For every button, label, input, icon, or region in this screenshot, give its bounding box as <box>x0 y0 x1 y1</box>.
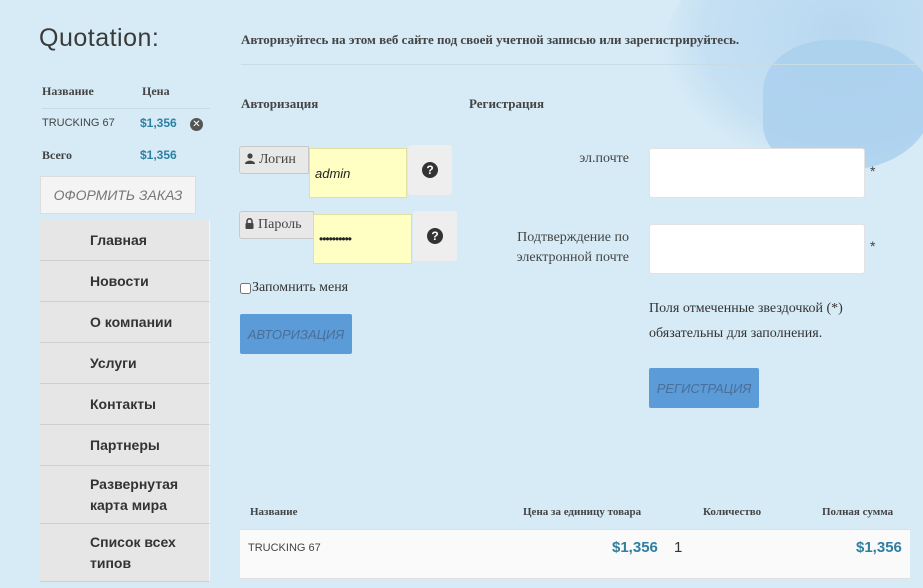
cart-col-quantity: Количество <box>703 506 762 518</box>
password-input[interactable]: •••••••••• <box>313 214 412 264</box>
login-input[interactable]: admin <box>309 148 407 198</box>
password-help-button[interactable]: ? <box>413 211 457 261</box>
page-heading: Авторизуйтесь на этом веб сайте под свое… <box>241 32 740 47</box>
email-field[interactable] <box>649 148 865 198</box>
remember-me[interactable]: Запомнить меня <box>240 280 348 296</box>
table-row: TRUCKING 67 $1,356 1 $1,356 <box>240 529 910 579</box>
cart-item-quantity[interactable]: 1 <box>674 539 682 556</box>
cart-item-total: $1,356 <box>856 539 902 556</box>
place-order-button[interactable]: ОФОРМИТЬ ЗАКАЗ <box>40 176 196 214</box>
nav-item-contacts[interactable]: Контакты <box>40 384 210 425</box>
quotation-item-price: $1,356 <box>140 116 177 130</box>
quotation-col-name: Название <box>42 84 94 98</box>
user-icon <box>245 153 255 167</box>
quotation-item: TRUCKING 67 $1,356 ✕ <box>42 108 210 139</box>
cart-item-name: TRUCKING 67 <box>248 542 321 554</box>
login-label: Логин <box>259 152 296 167</box>
cart-col-name: Название <box>250 506 298 518</box>
nav-item-home[interactable]: Главная <box>40 220 210 261</box>
quotation-item-name: TRUCKING 67 <box>42 117 115 129</box>
login-help-button[interactable]: ? <box>408 145 452 195</box>
confirm-email-label: Подтверждение по электронной почте <box>470 228 629 268</box>
nav-item-all-types[interactable]: Список всех типов <box>40 524 210 582</box>
nav-item-about[interactable]: О компании <box>40 302 210 343</box>
login-button[interactable]: АВТОРИЗАЦИЯ <box>240 314 352 354</box>
confirm-email-label-line2: электронной почте <box>516 250 629 265</box>
nav-item-services[interactable]: Услуги <box>40 343 210 384</box>
cart-item-unit-price: $1,356 <box>612 539 658 556</box>
login-section-title: Авторизация <box>241 96 319 111</box>
divider <box>241 64 923 65</box>
cart-table-header: Название Цена за единицу товара Количест… <box>240 500 910 528</box>
cart-col-total: Полная сумма <box>822 506 894 518</box>
register-button[interactable]: РЕГИСТРАЦИЯ <box>649 368 759 408</box>
required-star: * <box>870 238 876 254</box>
password-addon: Пароль <box>239 211 314 239</box>
question-circle-icon: ? <box>427 228 443 244</box>
login-addon: Логин <box>239 146 309 174</box>
remove-circle-icon[interactable]: ✕ <box>190 118 203 131</box>
question-circle-icon: ? <box>422 162 438 178</box>
lock-icon <box>245 217 254 232</box>
quotation-title: Quotation: <box>39 24 160 52</box>
quotation-col-price: Цена <box>142 84 170 98</box>
password-label: Пароль <box>258 217 302 232</box>
required-star: * <box>870 163 876 179</box>
nav-item-partners[interactable]: Партнеры <box>40 425 210 466</box>
quotation-total-label: Всего <box>42 148 72 162</box>
cart-col-unit-price: Цена за единицу товара <box>523 506 642 518</box>
confirm-email-field[interactable] <box>649 224 865 274</box>
sidebar-nav: Главная Новости О компании Услуги Контак… <box>40 220 210 582</box>
required-note: Поля отмеченные звездочкой (*) обязатель… <box>649 296 843 346</box>
confirm-email-label-line1: Подтверждение по <box>517 230 629 245</box>
nav-item-news[interactable]: Новости <box>40 261 210 302</box>
remember-me-checkbox[interactable] <box>240 282 251 294</box>
nav-item-world-map[interactable]: Развернутая карта мира <box>40 466 210 524</box>
required-note-line1: Поля отмеченные звездочкой (*) <box>649 301 843 316</box>
email-label: эл.почте <box>579 151 629 166</box>
required-note-line2: обязательны для заполнения. <box>649 326 823 341</box>
register-section-title: Регистрация <box>469 96 544 111</box>
remember-me-label: Запомнить меня <box>252 280 349 295</box>
quotation-total-value: $1,356 <box>140 148 177 162</box>
